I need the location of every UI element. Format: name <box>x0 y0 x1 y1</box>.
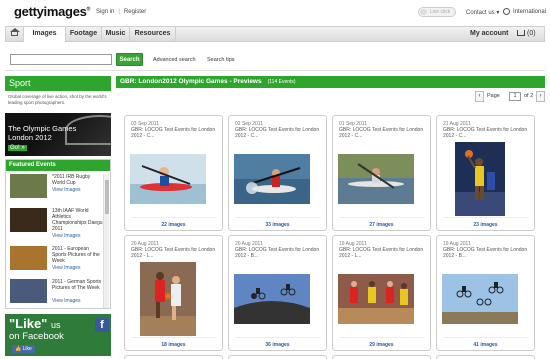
sidebar-title: Sport <box>5 76 111 91</box>
event-card[interactable] <box>124 355 223 359</box>
featured-scrollbar[interactable] <box>103 174 109 308</box>
featured-events-title: Featured Events <box>6 160 110 171</box>
event-photo[interactable] <box>234 274 310 324</box>
featured-thumbnail[interactable] <box>10 174 47 198</box>
next-page-button[interactable]: › <box>536 91 545 102</box>
divider <box>5 70 545 71</box>
advanced-search-link[interactable]: Advanced search <box>153 57 196 63</box>
account-links: Sign in | Register <box>96 9 147 15</box>
pagination: ‹ Page 1 of 2 › <box>475 91 545 102</box>
event-photo[interactable] <box>338 154 414 204</box>
event-card[interactable]: 19 Aug 2011 GBR: LOCOG Test Events for L… <box>436 235 535 351</box>
bmx-jump-photo <box>442 274 518 324</box>
toggle-knob <box>420 9 427 15</box>
event-photo[interactable] <box>442 274 518 324</box>
featured-item[interactable]: 2011 - German Sports Pictures of The Wee… <box>10 279 104 308</box>
event-photo[interactable] <box>234 154 310 204</box>
tab-images[interactable]: Images <box>24 27 66 42</box>
featured-thumbnail[interactable] <box>10 246 47 270</box>
basketball-match-photo <box>338 274 414 324</box>
event-photo[interactable] <box>338 274 414 324</box>
cart-icon <box>517 30 525 37</box>
international-link[interactable]: International <box>513 9 546 15</box>
featured-item[interactable]: *2011 IRB Rugby World Cup View Images <box>10 174 104 204</box>
event-card[interactable]: 21 Aug 2011 GBR: LOCOG Test Events for L… <box>436 115 535 231</box>
image-count-link[interactable]: 18 images <box>125 342 222 348</box>
register-link[interactable]: Register <box>124 9 146 15</box>
live-click-toggle[interactable]: Live click <box>418 7 456 17</box>
featured-thumbnail[interactable] <box>10 279 47 303</box>
search-button[interactable]: Search <box>116 53 143 66</box>
image-count-link[interactable]: 33 images <box>229 222 326 228</box>
canoe-photo <box>130 154 206 204</box>
event-photo[interactable] <box>455 142 505 216</box>
home-tab[interactable] <box>6 27 24 41</box>
cart-link[interactable]: (0) <box>517 30 536 37</box>
facebook-like-banner[interactable]: "Like" us on Facebook f 👍 Like <box>5 314 111 356</box>
search-input[interactable] <box>10 54 112 65</box>
my-account-link[interactable]: My account <box>470 30 509 37</box>
event-card[interactable] <box>436 355 535 359</box>
event-card[interactable]: 20 Aug 2011 GBR: LOCOG Test Events for L… <box>228 235 327 351</box>
sidebar-description: Global coverage of live action, shot by … <box>8 94 107 105</box>
tab-music[interactable]: Music <box>102 27 130 41</box>
olympic-games-banner[interactable]: The Olympic Games London 2012 Go! » <box>5 113 111 156</box>
featured-events-panel: Featured Events *2011 IRB Rugby World Cu… <box>5 159 111 309</box>
facebook-icon: f <box>95 318 109 332</box>
banner-go-button[interactable]: Go! » <box>8 145 27 151</box>
view-images-link[interactable]: View Images <box>52 233 81 239</box>
view-images-link[interactable]: View Images <box>52 298 81 304</box>
banner-title: The Olympic Games London 2012 <box>8 124 77 142</box>
featured-thumbnail[interactable] <box>10 208 47 232</box>
event-card[interactable]: 20 Aug 2011 GBR: LOCOG Test Events for L… <box>124 235 223 351</box>
contact-us-dropdown[interactable]: Contact us ▾ <box>466 9 499 16</box>
event-card[interactable]: 03 Sep 2011 GBR: LOCOG Test Events for L… <box>124 115 223 231</box>
search-tips-link[interactable]: Search tips <box>207 57 235 63</box>
canoe-race-photo <box>338 154 414 204</box>
image-count-link[interactable]: 23 images <box>437 222 534 228</box>
event-card[interactable] <box>228 355 327 359</box>
tab-footage[interactable]: Footage <box>66 27 102 41</box>
sign-in-link[interactable]: Sign in <box>96 9 114 15</box>
event-photo[interactable] <box>140 262 196 336</box>
view-images-link[interactable]: View Images <box>52 187 81 193</box>
image-count-link[interactable]: 36 images <box>229 342 326 348</box>
results-header: GBR: London2012 Olympic Games - Previews… <box>116 76 545 88</box>
image-count-link[interactable]: 41 images <box>437 342 534 348</box>
view-images-link[interactable]: View Images <box>52 265 81 271</box>
image-count-link[interactable]: 29 images <box>333 342 430 348</box>
event-card[interactable] <box>332 355 431 359</box>
getty-logo[interactable]: gettyimages® <box>14 4 90 19</box>
top-bar: gettyimages® Sign in | Register Live click… <box>0 0 550 24</box>
bmx-photo <box>234 274 310 324</box>
featured-item[interactable]: 2011 - European Sports Pictures of the W… <box>10 246 104 276</box>
basketball-game-photo <box>140 262 196 336</box>
image-count-link[interactable]: 22 images <box>125 222 222 228</box>
globe-icon <box>503 8 510 15</box>
event-photo[interactable] <box>130 154 206 204</box>
event-card[interactable]: 19 Aug 2011 GBR: LOCOG Test Events for L… <box>332 235 431 351</box>
scrollbar-thumb[interactable] <box>105 180 109 214</box>
main-nav: Images Footage Music Resources My accoun… <box>5 26 545 42</box>
kayak-photo <box>234 154 310 204</box>
prev-page-button[interactable]: ‹ <box>475 91 484 102</box>
event-card[interactable]: 02 Sep 2011 GBR: LOCOG Test Events for L… <box>228 115 327 231</box>
image-count-link[interactable]: 27 images <box>333 222 430 228</box>
tab-resources[interactable]: Resources <box>130 27 176 41</box>
basketball-photo <box>455 142 505 216</box>
facebook-like-button[interactable]: 👍 Like <box>12 345 35 353</box>
page-number-input[interactable]: 1 <box>509 92 521 101</box>
featured-item[interactable]: 13th IAAF World Athletics Championships … <box>10 208 104 239</box>
event-card[interactable]: 01 Sep 2011 GBR: LOCOG Test Events for L… <box>332 115 431 231</box>
